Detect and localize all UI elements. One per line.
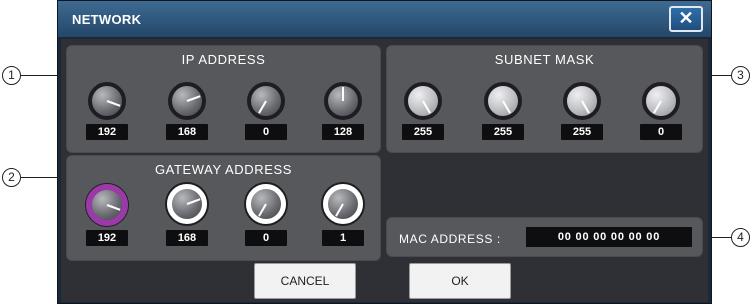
ip-octet-2-value: 168 — [166, 124, 208, 140]
ip-octet-1-knob[interactable] — [88, 82, 126, 120]
ok-button[interactable]: OK — [409, 263, 511, 299]
knob-pointer — [106, 204, 121, 211]
knob-pointer — [186, 198, 201, 205]
gateway-octet-2-knob[interactable] — [167, 184, 207, 224]
knob-pointer — [653, 100, 662, 114]
subnet-octet-4-knob[interactable] — [642, 82, 680, 120]
mac-address-label: MAC ADDRESS : — [399, 232, 501, 246]
title-bar: NETWORK ✕ — [58, 1, 711, 37]
ip-octet-3[interactable]: 0 — [236, 82, 296, 158]
subnet-octet-3-value: 255 — [561, 124, 603, 140]
callout-2: 2 — [2, 168, 21, 187]
ip-octet-1-value: 192 — [86, 124, 128, 140]
ip-address-panel: IP ADDRESS 192 168 0 128 — [66, 45, 381, 153]
subnet-octet-2[interactable]: 255 — [473, 82, 533, 158]
mac-address-panel: MAC ADDRESS : 00 00 00 00 00 00 — [386, 217, 703, 257]
cancel-button[interactable]: CANCEL — [254, 263, 356, 299]
knob-pointer — [106, 100, 121, 107]
subnet-mask-title: SUBNET MASK — [494, 52, 595, 67]
gateway-octet-1-value: 192 — [86, 230, 128, 246]
subnet-mask-panel: SUBNET MASK 255 255 255 0 — [386, 45, 703, 153]
gateway-octet-3-value: 0 — [245, 230, 287, 246]
gateway-octet-4-knob[interactable] — [323, 184, 363, 224]
subnet-octet-4[interactable]: 0 — [631, 82, 691, 158]
gateway-octet-1[interactable]: 192 — [77, 184, 137, 264]
dialog-title: NETWORK — [72, 12, 142, 27]
ip-octet-4-knob[interactable] — [324, 82, 362, 120]
callout-1: 1 — [2, 66, 21, 85]
gateway-octet-2-value: 168 — [166, 230, 208, 246]
subnet-octet-4-value: 0 — [640, 124, 682, 140]
subnet-octet-3-knob[interactable] — [563, 82, 601, 120]
knob-pointer — [335, 203, 344, 217]
gateway-octet-3[interactable]: 0 — [236, 184, 296, 264]
knob-pointer — [422, 100, 431, 114]
knob-pointer — [342, 87, 344, 101]
gateway-address-title: GATEWAY ADDRESS — [154, 162, 293, 177]
knob-pointer — [502, 100, 511, 114]
gateway-address-panel: GATEWAY ADDRESS 192 168 0 1 — [66, 155, 381, 261]
gateway-octet-2[interactable]: 168 — [157, 184, 217, 264]
gateway-octet-1-knob[interactable] — [86, 184, 128, 226]
ip-octet-4[interactable]: 128 — [313, 82, 373, 158]
gateway-octet-4-value: 1 — [322, 230, 364, 246]
subnet-octet-1-value: 255 — [402, 124, 444, 140]
subnet-octet-3[interactable]: 255 — [552, 82, 612, 158]
subnet-octet-1[interactable]: 255 — [393, 82, 453, 158]
dialog-body: IP ADDRESS 192 168 0 128 SUBNET MASK 255… — [61, 39, 708, 302]
mac-address-value: 00 00 00 00 00 00 — [526, 227, 692, 247]
ip-octet-2-knob[interactable] — [168, 82, 206, 120]
ip-octet-2[interactable]: 168 — [157, 82, 217, 158]
gateway-octet-3-knob[interactable] — [246, 184, 286, 224]
ip-octet-4-value: 128 — [322, 124, 364, 140]
ip-octet-3-knob[interactable] — [247, 82, 285, 120]
knob-pointer — [581, 100, 590, 114]
close-icon: ✕ — [678, 8, 694, 28]
subnet-octet-1-knob[interactable] — [404, 82, 442, 120]
knob-pointer — [258, 100, 267, 114]
callout-3: 3 — [731, 66, 750, 85]
knob-pointer — [186, 95, 201, 102]
gateway-octet-4[interactable]: 1 — [313, 184, 373, 264]
ip-address-title: IP ADDRESS — [181, 52, 266, 67]
knob-pointer — [258, 203, 267, 217]
network-dialog: NETWORK ✕ IP ADDRESS 192 168 0 128 SUBNE… — [57, 0, 712, 304]
ip-octet-3-value: 0 — [245, 124, 287, 140]
close-button[interactable]: ✕ — [669, 6, 703, 32]
ip-octet-1[interactable]: 192 — [77, 82, 137, 158]
callout-4: 4 — [731, 228, 750, 247]
subnet-octet-2-knob[interactable] — [484, 82, 522, 120]
subnet-octet-2-value: 255 — [482, 124, 524, 140]
